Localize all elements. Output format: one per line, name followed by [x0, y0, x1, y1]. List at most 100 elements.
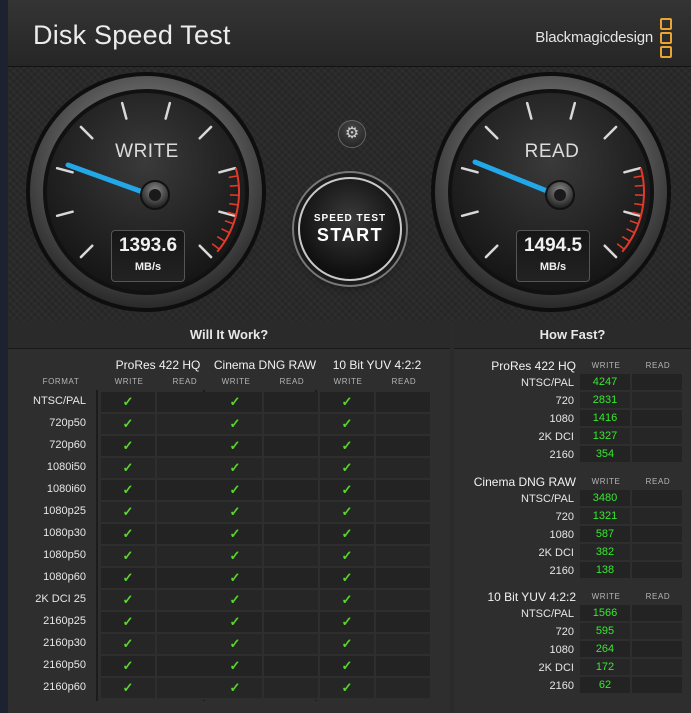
write-column-header: WRITE [591, 361, 621, 370]
write-readout: 1393.6 MB/s [111, 230, 185, 282]
checkmark-icon: ✓ [341, 416, 353, 431]
checkmark-icon: ✓ [229, 460, 241, 475]
checkmark-icon: ✓ [341, 460, 353, 475]
write-speed-value: 1321 [592, 510, 618, 522]
checkmark-icon: ✓ [341, 680, 353, 695]
read-cell [264, 436, 318, 458]
format-row-label: NTSC/PAL [33, 395, 86, 407]
checkmark-icon: ✓ [229, 526, 241, 541]
checkmark-icon: ✓ [229, 614, 241, 629]
read-cell [376, 568, 430, 590]
read-speed-cell [632, 374, 682, 392]
read-cell [376, 634, 430, 656]
write-speed-value: 2831 [592, 394, 618, 406]
write-gauge-hub-center [149, 189, 161, 201]
resolution-label: 2K DCI [538, 547, 574, 559]
format-row-label: 1080p25 [43, 505, 86, 517]
start-button[interactable]: SPEED TEST START [298, 177, 402, 281]
will-it-work-title: Will It Work? [8, 322, 450, 349]
read-cell [264, 546, 318, 568]
format-row-label: 2160p25 [43, 615, 86, 627]
checkmark-icon: ✓ [122, 504, 134, 519]
checkmark-icon: ✓ [229, 636, 241, 651]
read-speed-cell [632, 490, 682, 508]
write-redline-tick [229, 184, 239, 187]
settings-button[interactable]: ⚙ [338, 120, 366, 148]
checkmark-icon: ✓ [341, 548, 353, 563]
checkmark-icon: ✓ [341, 614, 353, 629]
checkmark-icon: ✓ [122, 570, 134, 585]
read-cell [376, 678, 430, 700]
read-speed-cell [632, 544, 682, 562]
gear-icon: ⚙ [344, 125, 360, 142]
checkmark-icon: ✓ [122, 636, 134, 651]
read-cell [376, 502, 430, 524]
start-button-label: START [316, 225, 384, 245]
read-speed-cell [632, 508, 682, 526]
checkmark-icon: ✓ [229, 438, 241, 453]
read-speed-cell [632, 446, 682, 464]
how-fast-panel: How Fast? ProRes 422 HQ WRITE READ NTSC/PAL… [454, 322, 691, 713]
read-speed-value: 1494.5 [523, 235, 583, 256]
read-speed-unit: MB/s [539, 261, 567, 273]
write-speed-unit: MB/s [134, 261, 162, 273]
format-row-label: 1080p30 [43, 527, 86, 539]
read-redline-tick [634, 184, 644, 187]
read-speed-cell [632, 428, 682, 446]
read-cell [264, 634, 318, 656]
read-cell [264, 590, 318, 612]
start-button-caption: SPEED TEST [313, 213, 387, 224]
read-cell [264, 612, 318, 634]
write-column-header: WRITE [333, 377, 363, 386]
read-speed-cell [632, 677, 682, 695]
will-it-work-panel: Will It Work? ProRes 422 HQ WRITE READ Cine… [8, 322, 450, 713]
checkmark-icon: ✓ [341, 570, 353, 585]
format-row-label: 720p60 [49, 439, 86, 451]
read-cell [157, 590, 211, 612]
checkmark-icon: ✓ [341, 504, 353, 519]
brand-name: Blackmagicdesign [535, 29, 653, 46]
write-speed-value: 138 [595, 564, 615, 576]
format-group-title: 10 Bit YUV 4:2:2 [332, 358, 422, 372]
read-cell [264, 524, 318, 546]
checkmark-icon: ✓ [341, 394, 353, 409]
write-speed-value: 1327 [592, 430, 618, 442]
read-cell [376, 656, 430, 678]
resolution-label: 1080 [549, 413, 574, 425]
read-cell [157, 414, 211, 436]
read-cell [264, 678, 318, 700]
checkmark-icon: ✓ [122, 658, 134, 673]
blackmagic-logo-icon [660, 18, 672, 58]
checkmark-icon: ✓ [122, 460, 134, 475]
resolution-label: NTSC/PAL [521, 377, 574, 389]
read-cell [157, 546, 211, 568]
read-speed-cell [632, 392, 682, 410]
resolution-label: 720 [555, 626, 574, 638]
read-cell [376, 612, 430, 634]
read-cell [264, 502, 318, 524]
checkmark-icon: ✓ [229, 548, 241, 563]
read-column-header: READ [645, 477, 671, 486]
write-column-header: WRITE [591, 477, 621, 486]
read-cell [264, 568, 318, 590]
title-bar: Disk Speed Test Blackmagicdesign [8, 0, 691, 67]
read-cell [157, 502, 211, 524]
write-speed-value: 1566 [592, 607, 618, 619]
read-cell [157, 458, 211, 480]
format-row-label: 2160p30 [43, 637, 86, 649]
read-column-header: READ [172, 377, 198, 386]
format-row-label: 2160p60 [43, 681, 86, 693]
speed-group-title: 10 Bit YUV 4:2:2 [487, 590, 577, 604]
resolution-label: 1080 [549, 644, 574, 656]
read-cell [376, 436, 430, 458]
checkmark-icon: ✓ [229, 394, 241, 409]
format-row-label: 2160p50 [43, 659, 86, 671]
read-gauge-label: READ [524, 141, 580, 162]
resolution-label: 2160 [549, 449, 574, 461]
write-speed-value: 4247 [592, 376, 618, 388]
read-cell [376, 458, 430, 480]
read-cell [157, 568, 211, 590]
read-cell [376, 392, 430, 414]
format-column-header: FORMAT [42, 377, 80, 386]
how-fast-title: How Fast? [454, 322, 691, 349]
